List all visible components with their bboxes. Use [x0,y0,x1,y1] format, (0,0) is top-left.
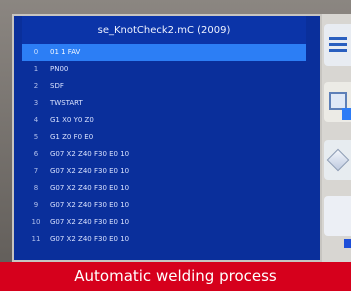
program-code: G07 X2 Z40 F30 E0 10 [50,201,130,209]
program-code: G07 X2 Z40 F30 E0 10 [50,235,130,243]
program-code: G07 X2 Z40 F30 E0 10 [50,150,130,158]
program-row[interactable]: 8 G07 X2 Z40 F30 E0 10 [22,180,306,197]
program-row[interactable]: 6 G07 X2 Z40 F30 E0 10 [22,146,306,163]
side-button-panel [322,14,351,262]
program-row[interactable]: 4 G1 X0 Y0 Z0 [22,112,306,129]
line-number: 7 [33,167,39,175]
line-number: 8 [33,184,39,192]
caption-text: Automatic welding process [0,262,351,291]
line-number: 0 [33,48,39,56]
line-number: 5 [33,133,39,141]
program-code: G1 Z0 F0 E0 [50,133,94,141]
line-number: 2 [33,82,39,90]
blue-indicator-icon [342,108,351,120]
program-code: G1 X0 Y0 Z0 [50,116,94,124]
small-blue-icon [344,239,351,248]
menu-icon [329,34,347,52]
program-screen: se_KnotCheck2.mC (2009) 0 01 1 FAV 1 PN00 … [12,14,322,262]
line-number: 10 [31,218,41,226]
program-row[interactable]: 3 TWSTART [22,95,306,112]
program-code: PN00 [50,65,69,73]
program-code: TWSTART [50,99,83,107]
program-code: SDF [50,82,64,90]
line-number: 3 [33,99,39,107]
program-row[interactable]: 7 G07 X2 Z40 F30 E0 10 [22,163,306,180]
blank-button[interactable] [324,196,351,236]
line-number: 9 [33,201,39,209]
program-row[interactable]: 0 01 1 FAV [22,44,306,61]
program-code: G07 X2 Z40 F30 E0 10 [50,184,130,192]
program-code: 01 1 FAV [50,48,81,56]
diamond-icon [326,148,350,172]
program-row[interactable]: 1 PN00 [22,61,306,78]
program-code: G07 X2 Z40 F30 E0 10 [50,167,130,175]
program-row[interactable]: 9 G07 X2 Z40 F30 E0 10 [22,197,306,214]
line-number: 11 [31,235,41,243]
line-number: 1 [33,65,39,73]
program-title: se_KnotCheck2.mC (2009) [22,16,306,44]
program-row[interactable]: 5 G1 Z0 F0 E0 [22,129,306,146]
program-row[interactable]: 2 SDF [22,78,306,95]
menu-button[interactable] [324,24,351,66]
diamond-button[interactable] [324,140,351,180]
program-list: 0 01 1 FAV 1 PN00 2 SDF 3 TWSTART 4 G1 X0 Y0 … [22,44,306,260]
line-number: 4 [33,116,39,124]
program-row[interactable]: 11 G07 X2 Z40 F30 E0 10 [22,231,306,248]
program-code: G07 X2 Z40 F30 E0 10 [50,218,130,226]
line-number: 6 [33,150,39,158]
program-row[interactable]: 10 G07 X2 Z40 F30 E0 10 [22,214,306,231]
